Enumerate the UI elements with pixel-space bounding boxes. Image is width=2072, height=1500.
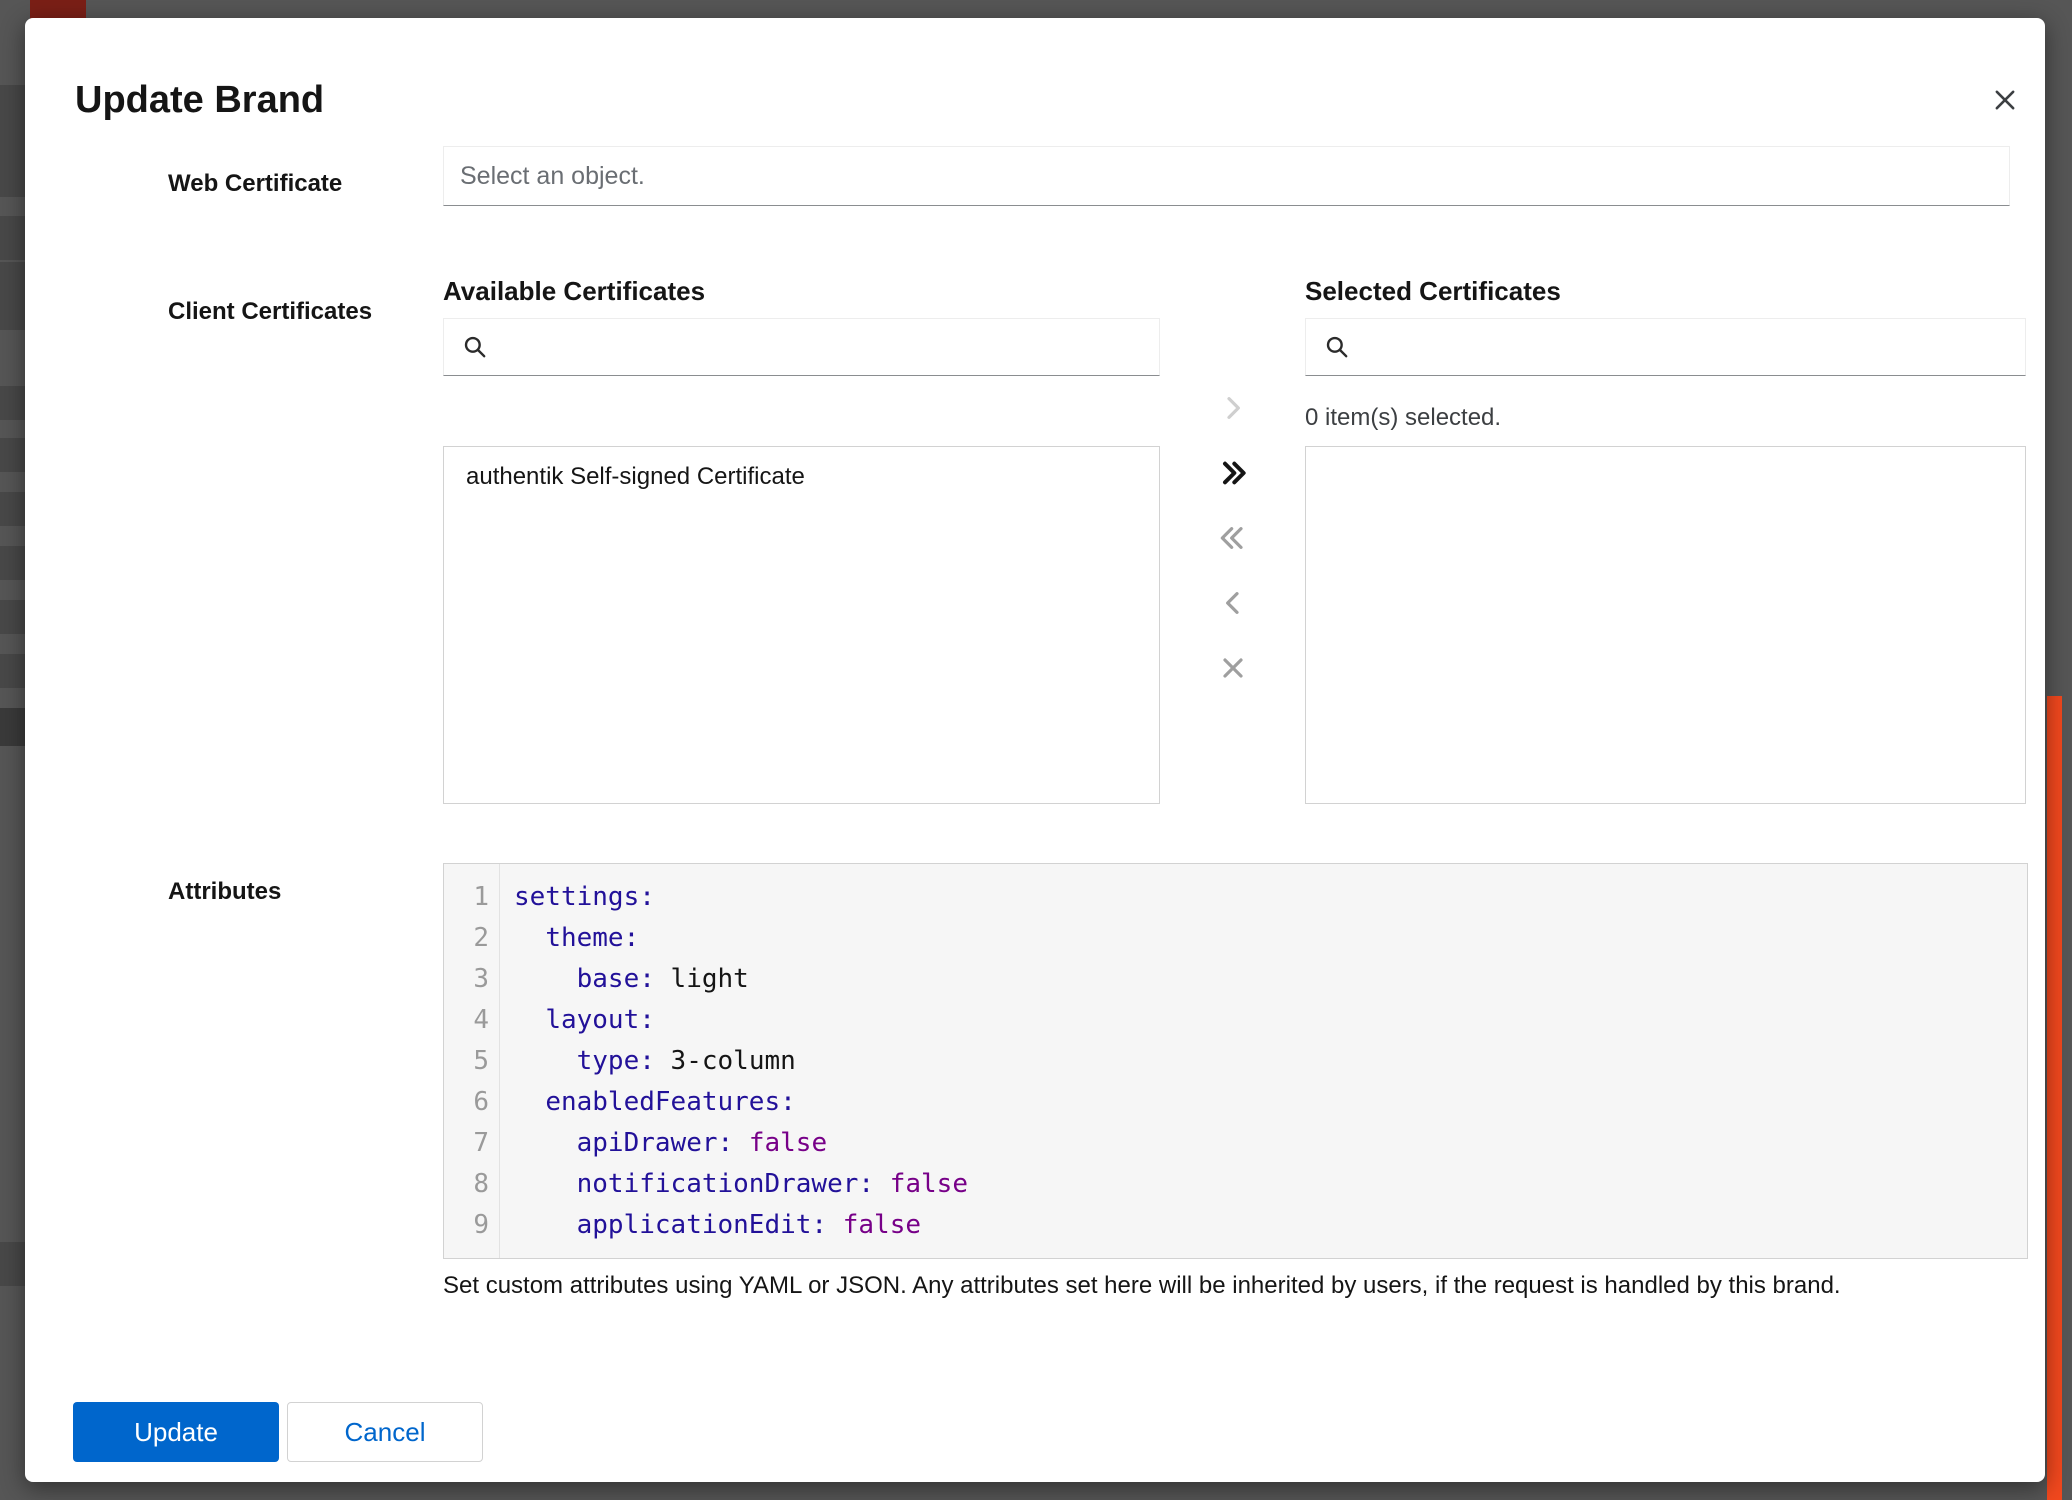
background-sidebar-hint <box>0 85 25 197</box>
angle-double-right-icon <box>1217 457 1249 489</box>
line-number: 7 <box>473 1123 499 1164</box>
code-line: layout: <box>514 1000 2027 1041</box>
certificate-option[interactable]: authentik Self-signed Certificate <box>444 447 1159 507</box>
attributes-label: Attributes <box>168 878 281 906</box>
code-line: enabledFeatures: <box>514 1082 2027 1123</box>
close-button[interactable] <box>1983 78 2027 122</box>
update-button[interactable]: Update <box>73 1402 279 1462</box>
line-number: 2 <box>473 918 499 959</box>
angle-right-icon <box>1217 392 1249 424</box>
code-gutter: 123456789 <box>444 864 500 1258</box>
selected-search-input[interactable] <box>1364 318 2007 376</box>
selected-status: 0 item(s) selected. <box>1305 404 1501 432</box>
client-certificates-label: Client Certificates <box>168 298 372 326</box>
available-list[interactable]: authentik Self-signed Certificate <box>443 446 1160 804</box>
page-backdrop: Update Brand Web Certificate Select an o… <box>0 0 2072 1500</box>
code-line: applicationEdit: false <box>514 1205 2027 1246</box>
code-line: theme: <box>514 918 2027 959</box>
attributes-code-editor[interactable]: 123456789 settings: theme: base: light l… <box>443 863 2028 1259</box>
web-certificate-select[interactable]: Select an object. <box>443 146 2010 206</box>
cancel-button[interactable]: Cancel <box>287 1402 483 1462</box>
background-notification-stripe <box>2047 696 2062 1500</box>
background-sidebar-hint <box>0 546 25 580</box>
line-number: 8 <box>473 1164 499 1205</box>
selected-certificates-title: Selected Certificates <box>1305 276 1561 307</box>
line-number: 6 <box>473 1082 499 1123</box>
background-sidebar-hint <box>0 216 25 260</box>
move-selected-left-button[interactable] <box>1213 583 1253 623</box>
attributes-help-text: Set custom attributes using YAML or JSON… <box>443 1272 2028 1300</box>
close-icon <box>1991 86 2019 114</box>
move-all-right-button[interactable] <box>1213 453 1253 493</box>
move-selected-right-button[interactable] <box>1213 388 1253 428</box>
available-search-input[interactable] <box>502 318 1141 376</box>
code-line: apiDrawer: false <box>514 1123 2027 1164</box>
clear-selection-button[interactable] <box>1213 648 1253 688</box>
background-sidebar-hint <box>0 654 25 688</box>
update-brand-modal: Update Brand Web Certificate Select an o… <box>25 18 2045 1482</box>
angle-double-left-icon <box>1217 522 1249 554</box>
background-sidebar-hint <box>0 1242 25 1286</box>
search-icon <box>1324 334 1350 360</box>
code-lines: settings: theme: base: light layout: typ… <box>500 864 2027 1258</box>
code-line: notificationDrawer: false <box>514 1164 2027 1205</box>
line-number: 4 <box>473 1000 499 1041</box>
available-search <box>443 318 1160 376</box>
line-number: 5 <box>473 1041 499 1082</box>
background-sidebar-hint <box>0 492 25 526</box>
selected-list[interactable] <box>1305 446 2026 804</box>
angle-left-icon <box>1217 587 1249 619</box>
times-icon <box>1217 652 1249 684</box>
selected-search <box>1305 318 2026 376</box>
modal-title: Update Brand <box>75 79 324 122</box>
web-certificate-placeholder: Select an object. <box>460 162 645 191</box>
move-all-left-button[interactable] <box>1213 518 1253 558</box>
code-line: type: 3-column <box>514 1041 2027 1082</box>
background-sidebar-hint <box>0 438 25 472</box>
background-sidebar-hint <box>0 262 25 330</box>
dual-select-controls <box>1209 388 1257 688</box>
code-line: base: light <box>514 959 2027 1000</box>
available-certificates-title: Available Certificates <box>443 276 705 307</box>
background-sidebar-hint <box>0 708 25 746</box>
background-sidebar-hint <box>0 600 25 634</box>
code-line: settings: <box>514 877 2027 918</box>
background-header-accent <box>30 0 86 20</box>
search-icon <box>462 334 488 360</box>
background-sidebar-hint <box>0 386 25 420</box>
line-number: 9 <box>473 1205 499 1246</box>
line-number: 1 <box>473 877 499 918</box>
web-certificate-label: Web Certificate <box>168 170 342 198</box>
line-number: 3 <box>473 959 499 1000</box>
